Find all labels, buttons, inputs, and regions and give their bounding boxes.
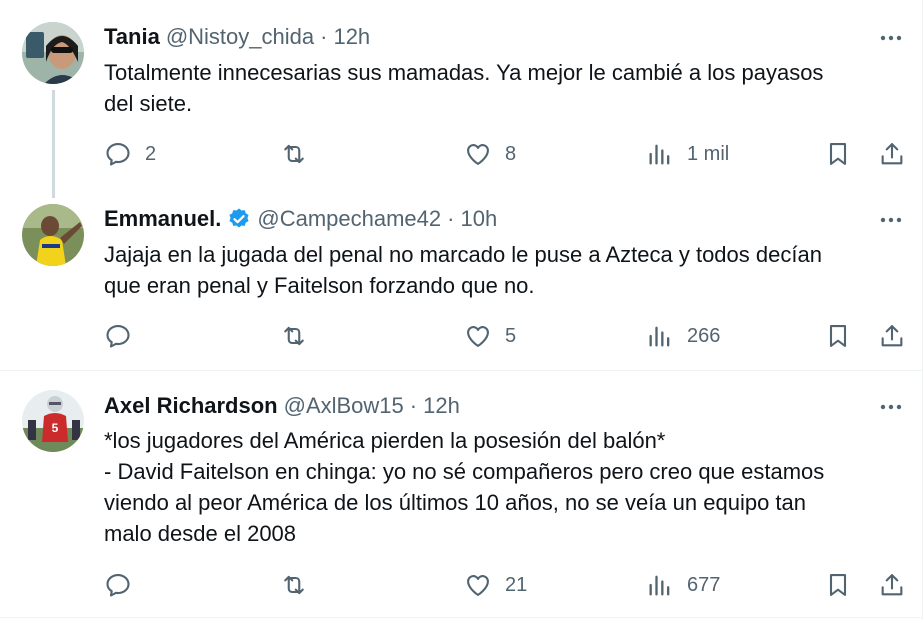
separator-dot: · bbox=[447, 206, 455, 231]
bookmark-button[interactable] bbox=[824, 319, 852, 353]
timestamp[interactable]: 10h bbox=[460, 205, 497, 233]
tweet-text-line: malo desde el 2008 bbox=[104, 521, 297, 546]
more-options-button[interactable] bbox=[877, 24, 905, 52]
like-button[interactable]: 8 bbox=[464, 137, 516, 171]
tweet-actions: 5 266 bbox=[104, 319, 912, 353]
bookmark-icon bbox=[829, 325, 847, 347]
like-icon bbox=[467, 575, 489, 596]
more-icon bbox=[880, 217, 902, 223]
tweet-actions: 21 677 bbox=[104, 568, 912, 602]
reply-count: 2 bbox=[145, 142, 157, 165]
reply-icon bbox=[106, 325, 130, 348]
share-button[interactable] bbox=[878, 137, 906, 171]
bookmark-icon bbox=[829, 143, 847, 165]
tweet-emmanuel[interactable]: Emmanuel. @Campechame42 · 10h Jajaja en … bbox=[0, 186, 923, 368]
tweet-feed: Tania @Nistoy_chida · 12h Totalmente inn… bbox=[0, 0, 923, 620]
bookmark-icon bbox=[829, 574, 847, 596]
views-button[interactable]: 1 mil bbox=[646, 137, 729, 171]
retweet-icon bbox=[284, 144, 304, 164]
author-name[interactable]: Tania bbox=[104, 23, 160, 51]
like-icon bbox=[467, 326, 489, 347]
share-icon bbox=[881, 325, 903, 347]
like-count: 21 bbox=[505, 573, 528, 596]
more-options-button[interactable] bbox=[877, 206, 905, 234]
separator-dot: · bbox=[409, 393, 418, 418]
tweet-text-line: *los jugadores del América pierden la po… bbox=[104, 428, 666, 453]
views-icon bbox=[649, 575, 670, 596]
timestamp[interactable]: 12h bbox=[423, 392, 460, 420]
more-icon bbox=[880, 35, 902, 41]
views-count: 677 bbox=[687, 573, 721, 596]
tweet-text: Jajaja en la jugada del penal no marcado… bbox=[104, 239, 904, 301]
share-button[interactable] bbox=[878, 319, 906, 353]
share-icon bbox=[881, 143, 903, 165]
author-handle[interactable]: @Nistoy_chida bbox=[166, 23, 314, 51]
views-icon bbox=[649, 326, 670, 347]
tweet-tania[interactable]: Tania @Nistoy_chida · 12h Totalmente inn… bbox=[0, 0, 923, 198]
views-icon bbox=[649, 144, 670, 165]
avatar[interactable] bbox=[22, 204, 84, 266]
thread-line bbox=[52, 90, 55, 198]
reply-icon bbox=[106, 574, 130, 597]
author-name[interactable]: Emmanuel. bbox=[104, 205, 221, 233]
author-name[interactable]: Axel Richardson bbox=[104, 392, 278, 420]
tweet-axel[interactable]: 5 Axel Richardson @AxlBow15 · 12h *los j… bbox=[0, 371, 923, 620]
separator-dot: · bbox=[320, 24, 328, 49]
views-count: 1 mil bbox=[687, 142, 730, 165]
reply-button[interactable] bbox=[104, 568, 145, 602]
share-icon bbox=[881, 574, 903, 596]
reply-icon bbox=[106, 143, 130, 166]
more-icon bbox=[880, 404, 902, 410]
share-button[interactable] bbox=[878, 568, 906, 602]
like-count: 8 bbox=[505, 142, 517, 165]
tweet-text-line: viendo al peor América de los últimos 10… bbox=[104, 490, 807, 515]
retweet-icon bbox=[284, 326, 304, 346]
more-options-button[interactable] bbox=[877, 393, 905, 421]
tweet-text: *los jugadores del América pierden la po… bbox=[104, 425, 904, 549]
author-handle[interactable]: @Campechame42 bbox=[257, 205, 441, 233]
like-button[interactable]: 5 bbox=[464, 319, 516, 353]
tweet-header: Tania @Nistoy_chida · 12h bbox=[104, 23, 370, 51]
author-handle[interactable]: @AxlBow15 bbox=[284, 392, 404, 420]
verified-badge-icon[interactable] bbox=[227, 207, 251, 231]
timestamp[interactable]: 12h bbox=[333, 23, 370, 51]
tweet-header: Emmanuel. @Campechame42 · 10h bbox=[104, 205, 497, 233]
tweet-divider bbox=[0, 617, 923, 618]
reply-button[interactable] bbox=[104, 319, 145, 353]
like-count: 5 bbox=[505, 324, 517, 347]
like-button[interactable]: 21 bbox=[464, 568, 527, 602]
bookmark-button[interactable] bbox=[824, 137, 852, 171]
tweet-header: Axel Richardson @AxlBow15 · 12h bbox=[104, 392, 460, 420]
tweet-actions: 2 8 1 mil bbox=[104, 137, 912, 171]
views-count: 266 bbox=[687, 324, 721, 347]
retweet-button[interactable] bbox=[280, 568, 321, 602]
reply-button[interactable]: 2 bbox=[104, 137, 156, 171]
avatar[interactable] bbox=[22, 22, 84, 84]
svg-text:5: 5 bbox=[52, 421, 59, 435]
tweet-text-line: Jajaja en la jugada del penal no marcado… bbox=[104, 242, 822, 267]
views-button[interactable]: 677 bbox=[646, 568, 720, 602]
retweet-icon bbox=[284, 575, 304, 595]
avatar[interactable]: 5 bbox=[22, 390, 84, 452]
tweet-text: Totalmente innecesarias sus mamadas. Ya … bbox=[104, 57, 904, 119]
tweet-text-line: - David Faitelson en chinga: yo no sé co… bbox=[104, 459, 825, 484]
retweet-button[interactable] bbox=[280, 137, 321, 171]
retweet-button[interactable] bbox=[280, 319, 321, 353]
bookmark-button[interactable] bbox=[824, 568, 852, 602]
views-button[interactable]: 266 bbox=[646, 319, 720, 353]
tweet-text-line: del siete. bbox=[104, 91, 193, 116]
tweet-text-line: Totalmente innecesarias sus mamadas. Ya … bbox=[104, 60, 824, 85]
like-icon bbox=[467, 144, 489, 165]
tweet-text-line: que eran penal y Faitelson forzando que … bbox=[104, 273, 535, 298]
